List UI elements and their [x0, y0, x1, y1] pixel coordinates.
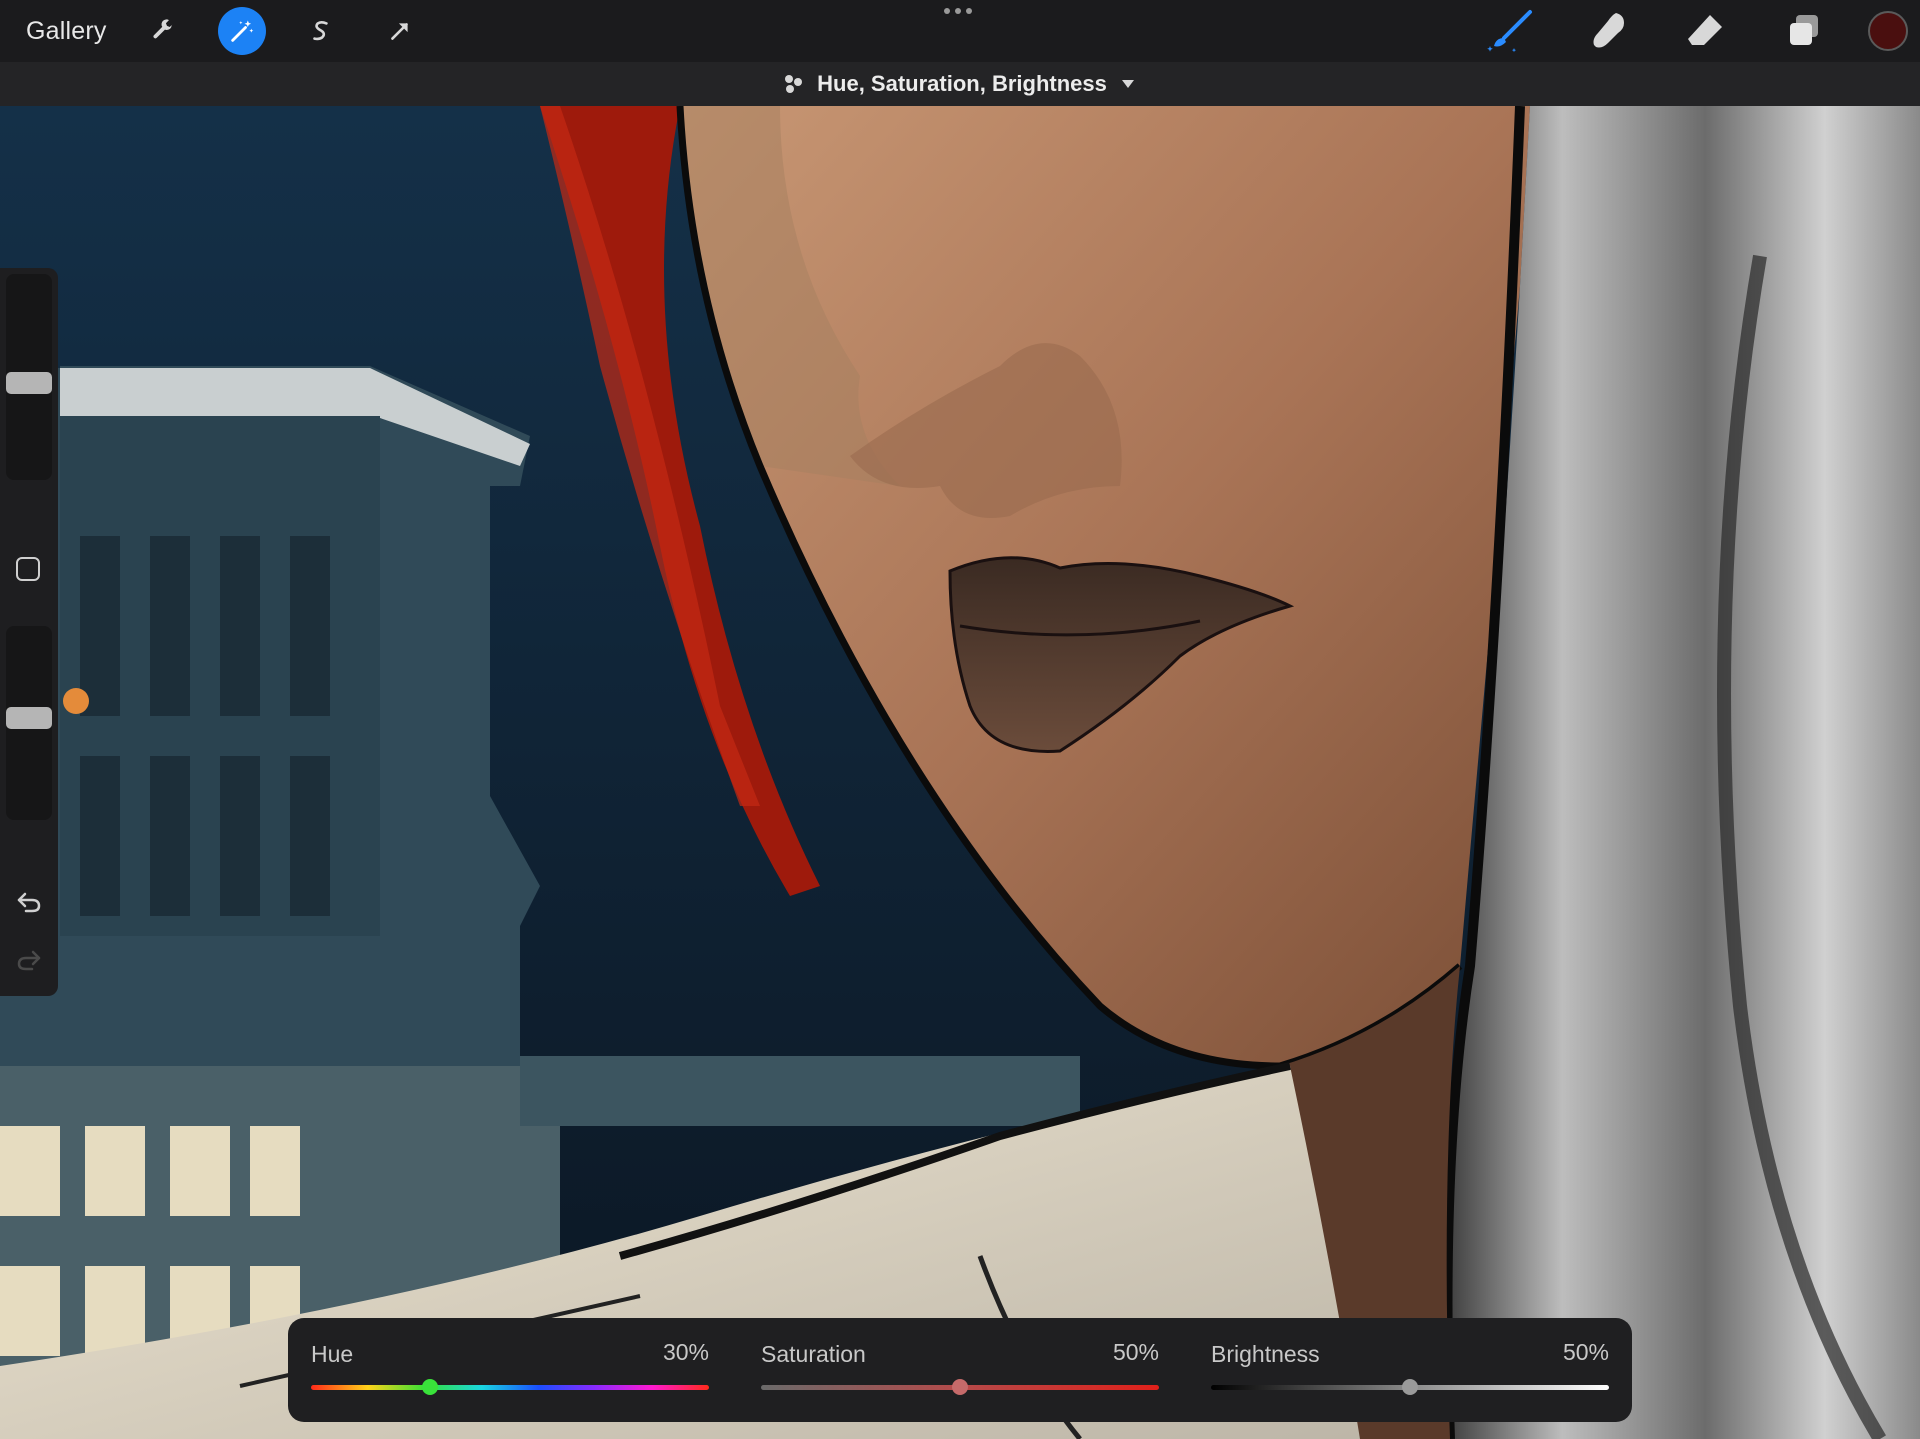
adjustment-dots-icon: [785, 75, 803, 93]
brightness-slider-group: Brightness 50%: [1211, 1318, 1609, 1422]
transform-arrow-icon: [390, 23, 408, 40]
layers-button[interactable]: [1774, 6, 1834, 56]
brush-size-thumb[interactable]: [6, 372, 52, 394]
transform-button[interactable]: [376, 7, 424, 55]
wrench-icon: [153, 19, 173, 39]
modify-button[interactable]: [16, 557, 40, 581]
gallery-button[interactable]: Gallery: [26, 17, 107, 46]
eraser-icon: [1688, 15, 1722, 45]
hue-slider-group: Hue 30%: [311, 1318, 709, 1422]
saturation-label: Saturation: [761, 1341, 866, 1367]
hue-value: 30%: [662, 1339, 709, 1365]
canvas-artwork: [0, 106, 1920, 1439]
more-options-handle[interactable]: [944, 8, 972, 14]
actions-wrench-button[interactable]: [139, 7, 187, 55]
layers-icon: [1790, 15, 1818, 45]
brightness-value: 50%: [1562, 1339, 1609, 1365]
undo-icon: [17, 892, 41, 913]
selection-s-icon: [312, 21, 328, 41]
hue-label: Hue: [311, 1341, 354, 1367]
saturation-slider-group: Saturation 50%: [761, 1318, 1159, 1422]
brush-icon: [1487, 10, 1532, 53]
adjustment-header: Hue, Saturation, Brightness: [0, 62, 1920, 106]
redo-icon: [17, 950, 41, 971]
undo-button[interactable]: [14, 887, 44, 917]
hsb-panel: Hue 30% Saturation 50% Brightness 50%: [288, 1318, 1632, 1422]
saturation-value: 50%: [1112, 1339, 1159, 1365]
brightness-knob[interactable]: [1402, 1379, 1418, 1395]
color-picker-button[interactable]: [1868, 11, 1908, 51]
eraser-tool-button[interactable]: [1676, 6, 1736, 56]
selection-button[interactable]: [297, 7, 345, 55]
opacity-thumb[interactable]: [6, 707, 52, 729]
saturation-knob[interactable]: [952, 1379, 968, 1395]
hue-slider[interactable]: [311, 1385, 709, 1390]
redo-button[interactable]: [14, 945, 44, 975]
hue-knob[interactable]: [422, 1379, 439, 1395]
adjustments-button[interactable]: [217, 7, 266, 55]
left-sidebar: [0, 268, 58, 996]
smudge-icon: [1593, 13, 1624, 48]
magic-wand-icon: [230, 20, 253, 42]
brightness-label: Brightness: [1211, 1341, 1320, 1367]
brush-size-slider[interactable]: [6, 274, 52, 480]
opacity-slider[interactable]: [6, 626, 52, 820]
adjustment-title[interactable]: Hue, Saturation, Brightness: [817, 71, 1107, 97]
chevron-down-icon[interactable]: [1119, 75, 1137, 93]
smudge-tool-button[interactable]: [1578, 6, 1638, 56]
drawing-canvas[interactable]: [0, 106, 1920, 1439]
top-toolbar: Gallery: [0, 0, 1920, 62]
brush-tool-button[interactable]: [1480, 6, 1540, 56]
